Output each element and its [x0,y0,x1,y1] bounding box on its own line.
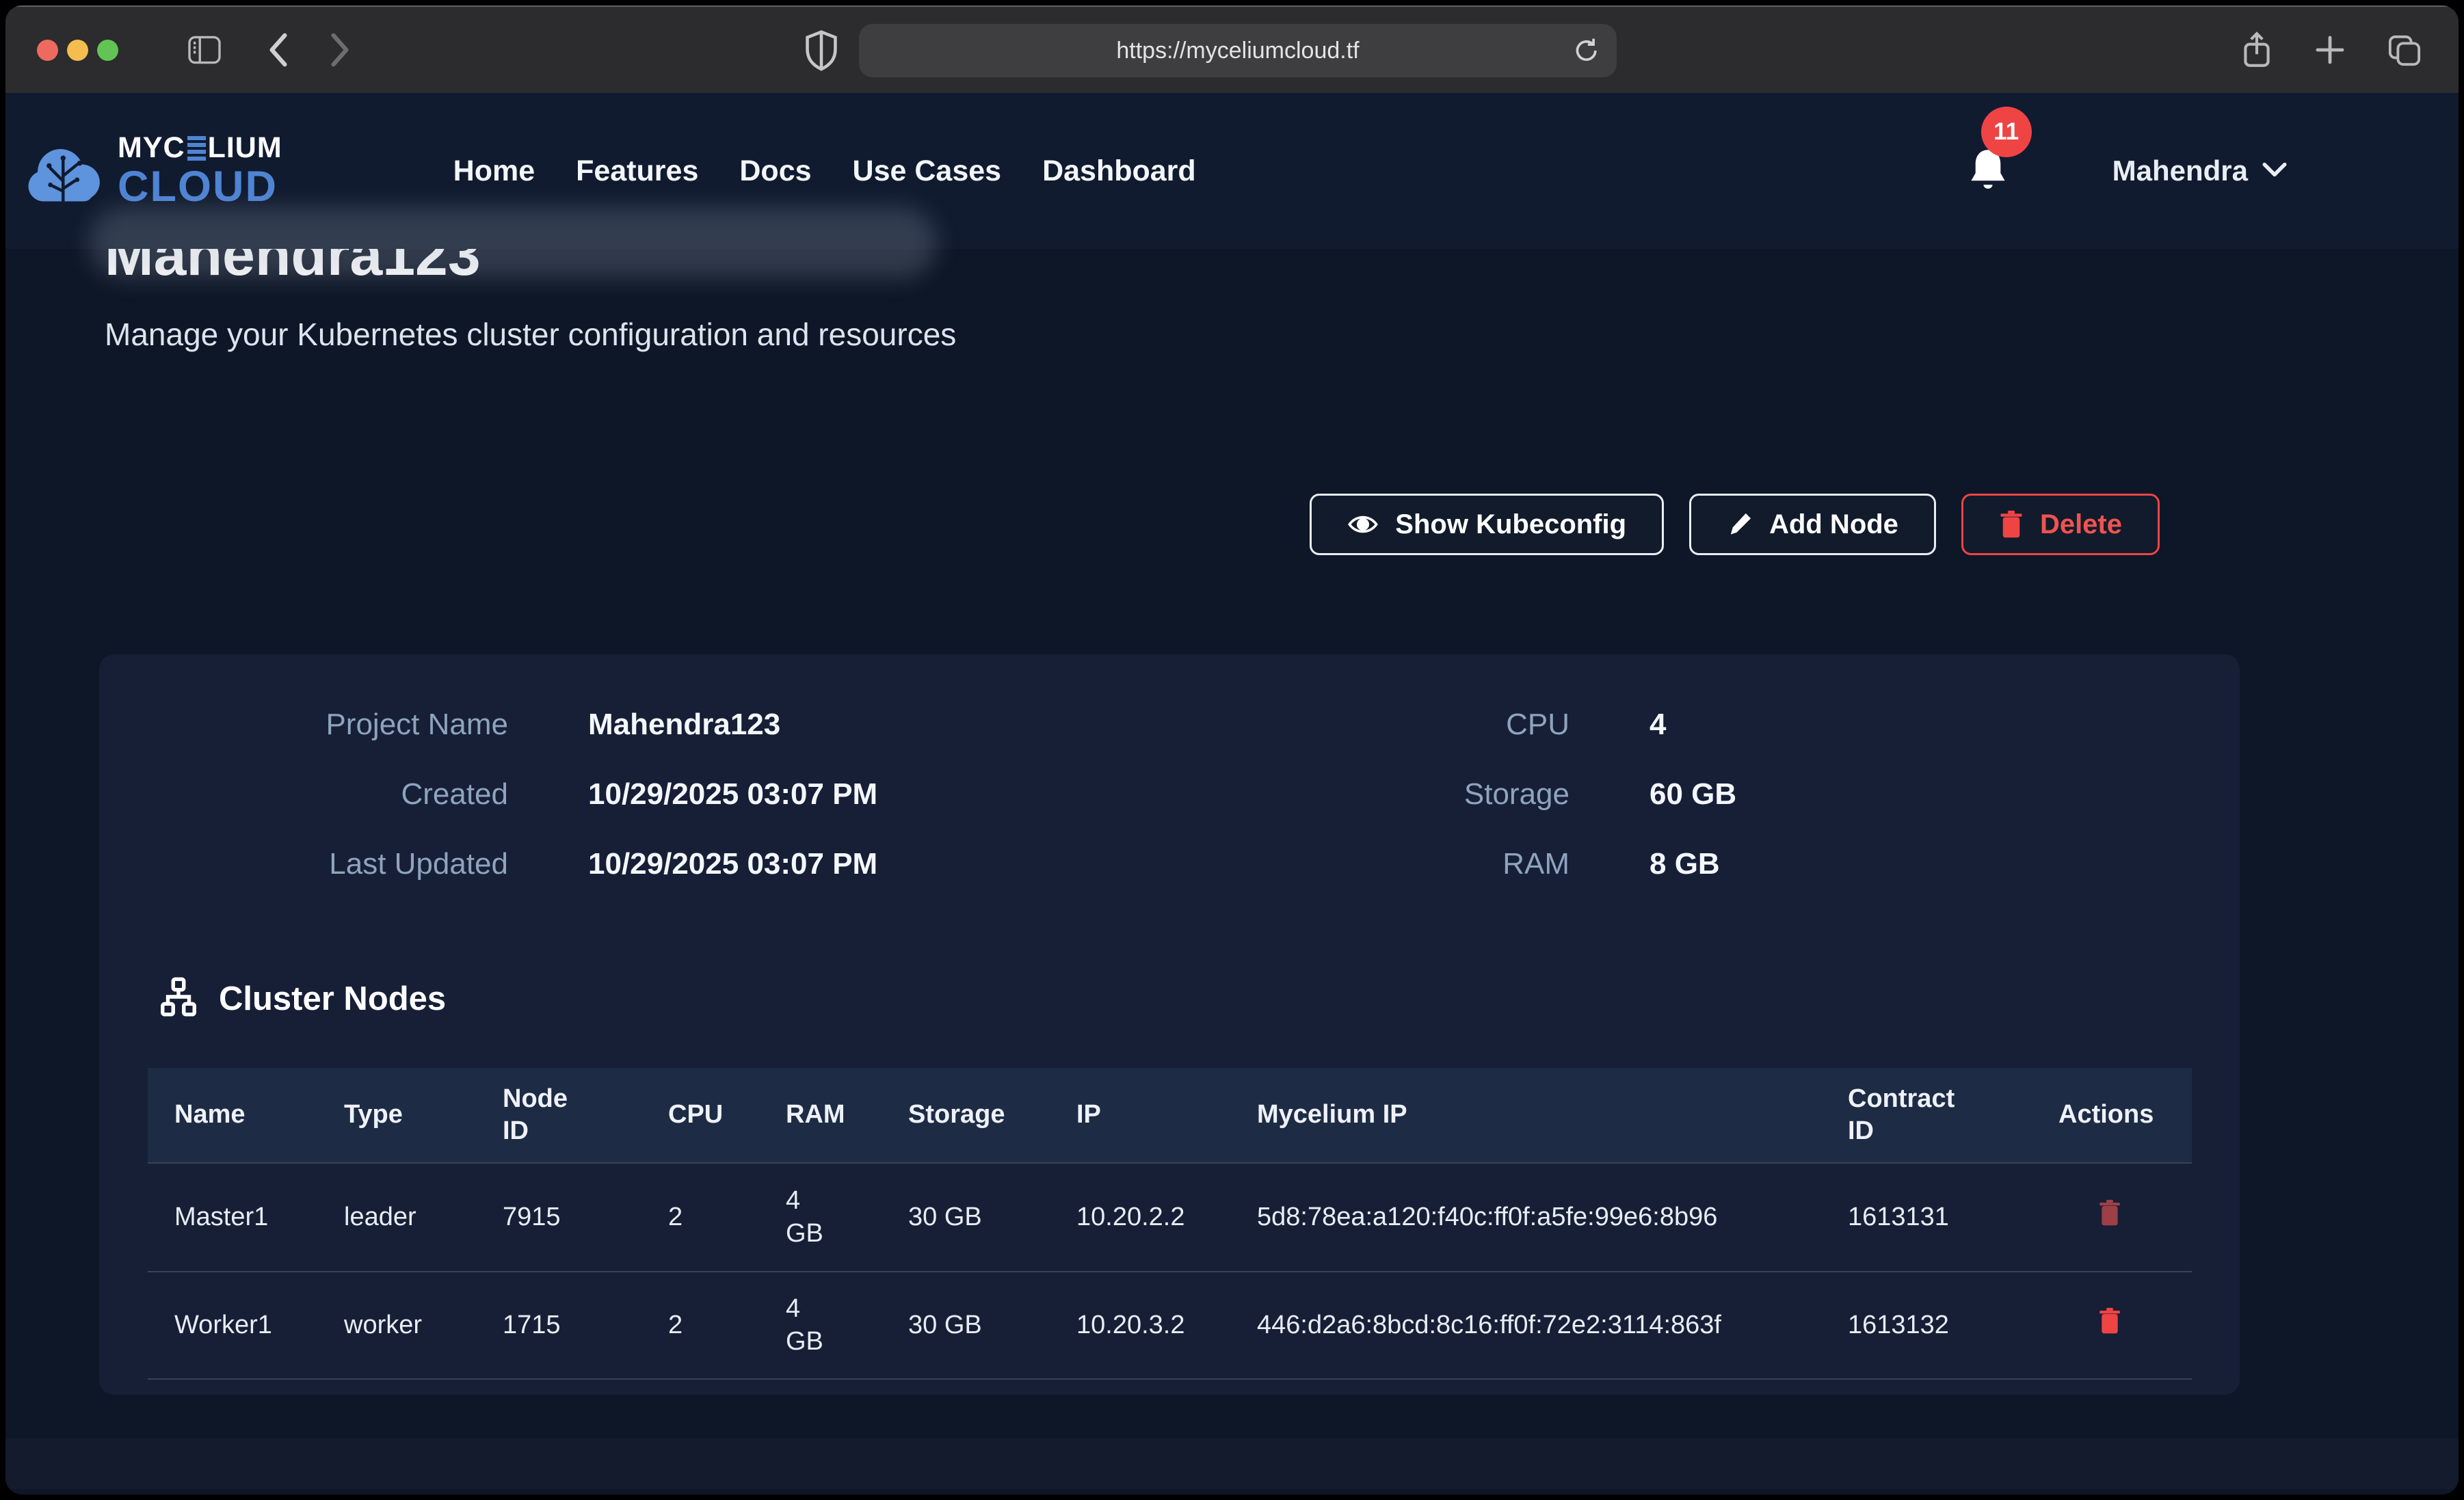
main-nav: Home Features Docs Use Cases Dashboard [453,155,1196,188]
cell-contract-id: 1613132 [1848,1309,2058,1342]
cell-node-id: 1715 [503,1309,668,1342]
cell-ram: 4 GB [786,1185,908,1250]
zoom-window-button[interactable] [97,40,118,61]
back-icon[interactable] [265,32,292,68]
last-updated-label: Last Updated [99,829,508,899]
ram-label: RAM [1228,829,1569,899]
site-header: MYC LIUM CLOUD Home Features Docs Use Ca… [5,93,2459,249]
row-delete-button[interactable] [2058,1199,2192,1235]
cell-name: Master1 [174,1201,344,1234]
cluster-nodes-table: Name Type Node ID CPU RAM Storage IP Myc… [148,1068,2192,1380]
url-text: https://myceliumcloud.tf [1116,38,1359,64]
notification-badge: 11 [1981,107,2032,157]
last-updated-value: 10/29/2025 03:07 PM [508,829,1228,899]
brand-e-glyph [187,136,206,161]
nav-item-docs[interactable]: Docs [739,155,811,188]
col-ip: IP [1076,1099,1257,1131]
show-kubeconfig-button[interactable]: Show Kubeconfig [1310,494,1664,555]
col-mycelium-ip: Mycelium IP [1257,1099,1848,1131]
project-name-label: Project Name [99,690,508,760]
minimize-window-button[interactable] [67,40,88,61]
user-menu[interactable]: Mahendra [2112,155,2288,187]
cluster-nodes-icon [157,976,200,1021]
close-window-button[interactable] [37,40,58,61]
cell-ip: 10.20.2.2 [1076,1201,1257,1234]
nav-item-home[interactable]: Home [453,155,535,188]
col-ram: RAM [786,1099,908,1131]
cell-name: Worker1 [174,1309,344,1342]
delete-cluster-button[interactable]: Delete [1961,494,2160,555]
cpu-value: 4 [1569,690,2240,760]
cell-cpu: 2 [668,1309,786,1342]
col-actions: Actions [2058,1099,2192,1131]
storage-value: 60 GB [1569,760,2240,829]
col-cpu: CPU [668,1099,786,1131]
nav-item-features[interactable]: Features [576,155,698,188]
cell-storage: 30 GB [908,1309,1076,1342]
cell-cpu: 2 [668,1201,786,1234]
col-node-id: Node ID [503,1083,668,1148]
window-controls [37,40,118,61]
sidebar-toggle-icon[interactable] [187,35,222,65]
created-label: Created [99,760,508,829]
add-node-button[interactable]: Add Node [1689,494,1936,555]
notifications-button[interactable]: 11 [1966,146,2010,196]
cell-type: leader [344,1201,503,1234]
user-name: Mahendra [2112,155,2248,187]
cloud-logo-icon [25,133,107,210]
cell-mycelium-ip: 5d8:78ea:a120:f40c:ff0f:a5fe:99e6:8b96 [1257,1201,1848,1234]
nav-item-dashboard[interactable]: Dashboard [1042,155,1196,188]
col-contract-id: Contract ID [1848,1083,2058,1148]
cell-ip: 10.20.3.2 [1076,1309,1257,1342]
cell-mycelium-ip: 446:d2a6:8bcd:8c16:ff0f:72e2:3114:863f [1257,1309,1848,1342]
browser-toolbar: https://myceliumcloud.tf [5,5,2459,93]
cell-contract-id: 1613131 [1848,1201,2058,1234]
row-delete-button[interactable] [2058,1307,2192,1343]
forward-icon[interactable] [326,32,354,68]
brand-name-bottom: CLOUD [118,165,282,209]
pencil-icon [1727,511,1753,537]
trash-icon [2098,1199,2121,1235]
cluster-details-panel: Project Name Mahendra123 CPU 4 Created 1… [99,654,2240,1395]
eye-icon [1347,513,1379,536]
nav-item-use-cases[interactable]: Use Cases [853,155,1002,188]
col-storage: Storage [908,1099,1076,1131]
created-value: 10/29/2025 03:07 PM [508,760,1228,829]
table-row: Worker1 worker 1715 2 4 GB 30 GB 10.20.3… [148,1271,2192,1380]
cell-node-id: 7915 [503,1201,668,1234]
reload-icon[interactable] [1572,36,1602,66]
cell-ram: 4 GB [786,1293,908,1358]
col-type: Type [344,1099,503,1131]
privacy-shield-icon[interactable] [804,30,838,71]
new-tab-icon[interactable] [2314,34,2346,66]
cell-storage: 30 GB [908,1201,1076,1234]
brand-name-top: MYC LIUM [118,133,282,163]
trash-icon [2098,1307,2121,1343]
browser-window: https://myceliumcloud.tf [5,5,2459,1495]
cluster-actions: Show Kubeconfig Add Node Delete [5,494,2160,555]
project-name-value: Mahendra123 [508,690,1228,760]
bell-icon [1966,184,2010,196]
cell-type: worker [344,1309,503,1342]
page-content: Mahendra123 Manage your Kubernetes clust… [5,226,2459,1471]
storage-label: Storage [1228,760,1569,829]
cluster-info-grid: Project Name Mahendra123 CPU 4 Created 1… [99,690,2240,899]
chevron-down-icon [2262,161,2288,182]
col-name: Name [174,1099,344,1131]
address-bar[interactable]: https://myceliumcloud.tf [859,24,1617,77]
share-icon[interactable] [2240,30,2274,70]
ram-value: 8 GB [1569,829,2240,899]
page-subtitle: Manage your Kubernetes cluster configura… [105,316,2459,353]
brand-logo[interactable]: MYC LIUM CLOUD [25,133,282,210]
trash-icon [1999,510,2024,539]
tab-overview-icon[interactable] [2386,33,2423,67]
cluster-nodes-heading: Cluster Nodes [157,976,2240,1021]
table-header-row: Name Type Node ID CPU RAM Storage IP Myc… [148,1068,2192,1162]
page-footer [5,1438,2459,1489]
cpu-label: CPU [1228,690,1569,760]
table-row: Master1 leader 7915 2 4 GB 30 GB 10.20.2… [148,1162,2192,1271]
